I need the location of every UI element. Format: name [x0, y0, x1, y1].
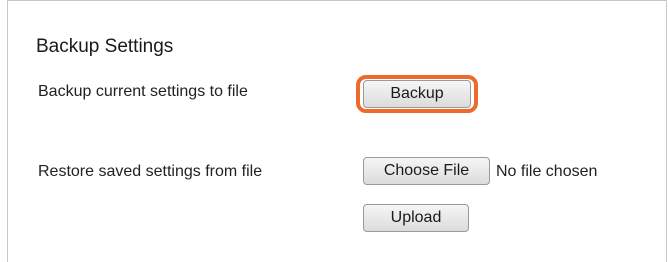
- upload-button[interactable]: Upload: [363, 204, 469, 232]
- restore-label: Restore saved settings from file: [38, 163, 263, 180]
- file-status-text: No file chosen: [496, 163, 598, 180]
- choose-file-button[interactable]: Choose File: [363, 157, 490, 185]
- backup-label: Backup current settings to file: [38, 83, 248, 100]
- backup-button[interactable]: Backup: [363, 80, 471, 108]
- section-title: Backup Settings: [36, 36, 174, 57]
- backup-settings-panel: Backup Settings Backup current settings …: [7, 0, 667, 262]
